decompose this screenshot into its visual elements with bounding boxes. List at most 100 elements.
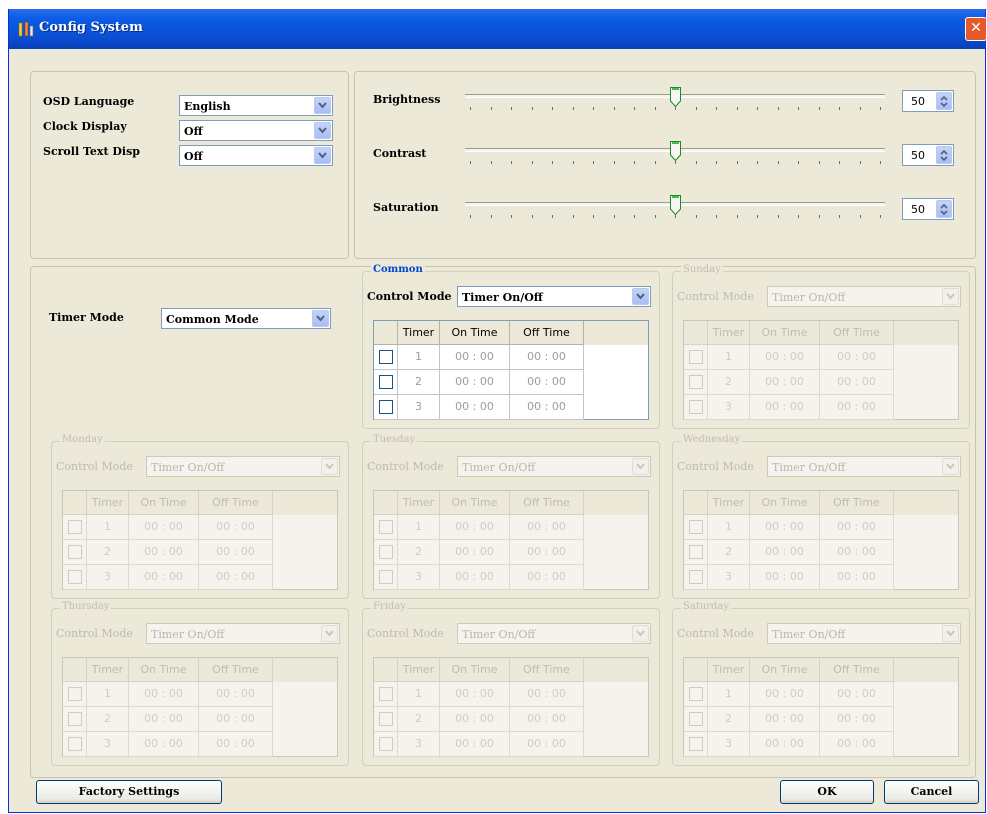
table-cell[interactable]: 1 xyxy=(708,515,750,540)
table-cell[interactable]: 00 : 00 xyxy=(440,565,510,590)
table-cell[interactable]: 00 : 00 xyxy=(129,707,199,732)
timer-enable-checkbox[interactable] xyxy=(379,712,393,726)
control-mode-select[interactable]: Timer On/Off xyxy=(457,286,651,307)
timer-enable-checkbox[interactable] xyxy=(689,545,703,559)
control-mode-select[interactable]: Timer On/Off xyxy=(457,456,651,477)
saturation-spinbox[interactable]: 50 xyxy=(902,198,954,220)
timer-enable-checkbox[interactable] xyxy=(68,712,82,726)
cancel-button[interactable]: Cancel xyxy=(884,780,979,804)
table-cell[interactable]: 3 xyxy=(708,565,750,590)
timer-enable-checkbox[interactable] xyxy=(379,545,393,559)
table-cell[interactable]: 00 : 00 xyxy=(129,682,199,707)
timer-enable-checkbox[interactable] xyxy=(379,687,393,701)
table-cell[interactable]: 00 : 00 xyxy=(750,565,820,590)
osd-language-select[interactable]: English xyxy=(179,95,333,116)
chevron-down-icon[interactable] xyxy=(632,458,649,475)
saturation-slider[interactable] xyxy=(465,195,885,223)
table-cell[interactable]: 1 xyxy=(398,515,440,540)
timer-enable-checkbox[interactable] xyxy=(379,570,393,584)
table-cell[interactable]: 00 : 00 xyxy=(199,732,273,757)
table-cell[interactable]: 00 : 00 xyxy=(199,515,273,540)
table-cell[interactable]: 00 : 00 xyxy=(820,515,894,540)
spin-arrows-icon[interactable] xyxy=(936,200,952,218)
table-cell[interactable]: 00 : 00 xyxy=(440,395,510,420)
table-cell[interactable]: 00 : 00 xyxy=(820,395,894,420)
table-cell[interactable]: 3 xyxy=(398,732,440,757)
table-cell[interactable]: 00 : 00 xyxy=(820,565,894,590)
brightness-slider[interactable] xyxy=(465,87,885,115)
table-cell[interactable]: 1 xyxy=(87,515,129,540)
slider-thumb[interactable] xyxy=(669,87,681,107)
table-cell[interactable]: 1 xyxy=(87,682,129,707)
table-cell[interactable]: 00 : 00 xyxy=(820,707,894,732)
scroll-text-select[interactable]: Off xyxy=(179,145,333,166)
close-button[interactable]: ✕ xyxy=(965,17,987,41)
contrast-slider[interactable] xyxy=(465,141,885,169)
timer-enable-checkbox[interactable] xyxy=(68,545,82,559)
table-cell[interactable]: 1 xyxy=(708,345,750,370)
timer-enable-checkbox[interactable] xyxy=(689,570,703,584)
table-cell[interactable]: 00 : 00 xyxy=(440,707,510,732)
timer-enable-checkbox[interactable] xyxy=(689,375,703,389)
table-cell[interactable]: 1 xyxy=(708,682,750,707)
table-cell[interactable]: 00 : 00 xyxy=(199,540,273,565)
table-cell[interactable]: 00 : 00 xyxy=(510,565,584,590)
timer-mode-select[interactable]: Common Mode xyxy=(161,308,331,329)
timer-enable-checkbox[interactable] xyxy=(379,737,393,751)
table-cell[interactable]: 3 xyxy=(398,565,440,590)
table-cell[interactable]: 00 : 00 xyxy=(510,370,584,395)
table-cell[interactable]: 00 : 00 xyxy=(129,540,199,565)
control-mode-select[interactable]: Timer On/Off xyxy=(146,456,340,477)
control-mode-select[interactable]: Timer On/Off xyxy=(767,456,961,477)
table-cell[interactable]: 2 xyxy=(87,540,129,565)
table-cell[interactable]: 1 xyxy=(398,682,440,707)
control-mode-select[interactable]: Timer On/Off xyxy=(457,623,651,644)
table-cell[interactable]: 2 xyxy=(87,707,129,732)
table-cell[interactable]: 3 xyxy=(708,732,750,757)
ok-button[interactable]: OK xyxy=(780,780,874,804)
timer-enable-checkbox[interactable] xyxy=(689,400,703,414)
table-cell[interactable]: 00 : 00 xyxy=(750,515,820,540)
table-cell[interactable]: 3 xyxy=(708,395,750,420)
chevron-down-icon[interactable] xyxy=(632,288,649,305)
table-cell[interactable]: 00 : 00 xyxy=(510,707,584,732)
title-bar[interactable]: Config System ✕ xyxy=(9,9,987,49)
table-cell[interactable]: 00 : 00 xyxy=(199,565,273,590)
brightness-spinbox[interactable]: 50 xyxy=(902,90,954,112)
chevron-down-icon[interactable] xyxy=(942,458,959,475)
table-cell[interactable]: 00 : 00 xyxy=(820,370,894,395)
chevron-down-icon[interactable] xyxy=(942,288,959,305)
contrast-spinbox[interactable]: 50 xyxy=(902,144,954,166)
timer-enable-checkbox[interactable] xyxy=(68,687,82,701)
table-cell[interactable]: 3 xyxy=(87,565,129,590)
control-mode-select[interactable]: Timer On/Off xyxy=(146,623,340,644)
timer-enable-checkbox[interactable] xyxy=(379,400,393,414)
table-cell[interactable]: 2 xyxy=(398,540,440,565)
spin-arrows-icon[interactable] xyxy=(936,146,952,164)
table-cell[interactable]: 00 : 00 xyxy=(440,345,510,370)
table-cell[interactable]: 00 : 00 xyxy=(750,682,820,707)
table-cell[interactable]: 00 : 00 xyxy=(750,732,820,757)
table-cell[interactable]: 00 : 00 xyxy=(750,345,820,370)
control-mode-select[interactable]: Timer On/Off xyxy=(767,623,961,644)
table-cell[interactable]: 2 xyxy=(708,370,750,395)
chevron-down-icon[interactable] xyxy=(321,458,338,475)
chevron-down-icon[interactable] xyxy=(321,625,338,642)
chevron-down-icon[interactable] xyxy=(314,147,331,164)
timer-enable-checkbox[interactable] xyxy=(379,520,393,534)
timer-enable-checkbox[interactable] xyxy=(68,520,82,534)
timer-enable-checkbox[interactable] xyxy=(379,350,393,364)
table-cell[interactable]: 1 xyxy=(398,345,440,370)
timer-enable-checkbox[interactable] xyxy=(68,737,82,751)
table-cell[interactable]: 00 : 00 xyxy=(750,370,820,395)
table-cell[interactable]: 00 : 00 xyxy=(129,732,199,757)
table-cell[interactable]: 00 : 00 xyxy=(820,540,894,565)
slider-thumb[interactable] xyxy=(669,141,681,161)
table-cell[interactable]: 00 : 00 xyxy=(440,370,510,395)
table-cell[interactable]: 00 : 00 xyxy=(510,515,584,540)
table-cell[interactable]: 00 : 00 xyxy=(440,732,510,757)
timer-enable-checkbox[interactable] xyxy=(689,737,703,751)
table-cell[interactable]: 00 : 00 xyxy=(510,395,584,420)
table-cell[interactable]: 00 : 00 xyxy=(750,707,820,732)
table-cell[interactable]: 00 : 00 xyxy=(510,732,584,757)
